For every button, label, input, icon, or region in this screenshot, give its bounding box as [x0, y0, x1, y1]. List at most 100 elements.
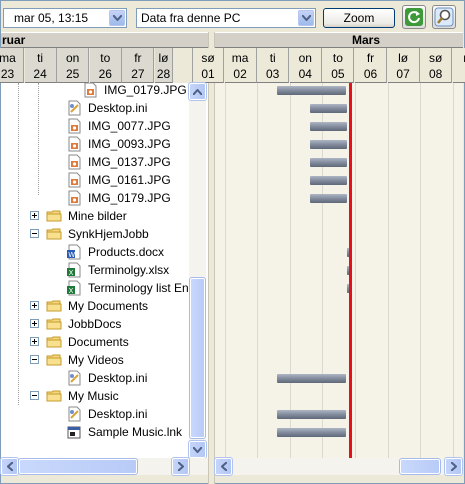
folder-icon	[46, 388, 62, 404]
tree-file-row[interactable]: IMG_0077.JPG	[1, 117, 206, 135]
day-cell: m	[452, 48, 465, 83]
folder-icon	[46, 316, 62, 332]
pane-splitter[interactable]	[208, 32, 215, 484]
image-file-icon	[66, 190, 82, 206]
activity-bar[interactable]	[277, 374, 346, 383]
expand-icon[interactable]	[30, 301, 39, 310]
chevron-down-icon[interactable]	[109, 10, 125, 26]
tree-folder-row[interactable]: Documents	[1, 333, 206, 351]
tree-horizontal-scrollbar[interactable]	[0, 457, 208, 476]
day-cell: ti 03	[257, 48, 290, 83]
tree-file-row[interactable]: Sample Music.lnk	[1, 423, 206, 441]
scroll-up-button[interactable]	[188, 82, 207, 101]
weekday-label: on	[298, 51, 312, 65]
activity-bar[interactable]	[310, 104, 347, 113]
day-number-label: 04	[298, 67, 312, 81]
month-header-left: ruar	[1, 32, 208, 48]
expand-icon[interactable]	[30, 319, 39, 328]
tree-vertical-scrollbar[interactable]	[188, 82, 207, 459]
scroll-left-button[interactable]	[214, 457, 233, 476]
search-icon	[434, 7, 454, 27]
source-value: Data fra denne PC	[141, 11, 241, 25]
zoom-button[interactable]: Zoom	[323, 8, 395, 28]
day-cell: ma 02	[224, 48, 257, 83]
file-tree[interactable]: IMG_0179.JPG Desktop.ini IMG_0077.JPG IMG_0…	[1, 83, 208, 458]
tree-file-row[interactable]: Desktop.ini	[1, 369, 206, 387]
activity-bar[interactable]	[310, 140, 347, 149]
day-cell: on 25	[57, 48, 90, 83]
tree-file-row[interactable]: IMG_0179.JPG	[1, 83, 206, 99]
tree-item-label: IMG_0077.JPG	[88, 119, 171, 133]
tree-folder-row[interactable]: JobbDocs	[1, 315, 206, 333]
source-dropdown[interactable]: Data fra denne PC	[136, 8, 316, 28]
weekday-label: lø	[398, 51, 409, 65]
excel-file-icon: X	[66, 262, 82, 278]
tree-item-label: IMG_0137.JPG	[88, 155, 171, 169]
tree-folder-row[interactable]: Mine bilder	[1, 207, 206, 225]
shortcut-file-icon	[66, 424, 82, 440]
scroll-right-button[interactable]	[444, 457, 463, 476]
tree-file-row[interactable]: IMG_0137.JPG	[1, 153, 206, 171]
chevron-down-icon[interactable]	[298, 10, 314, 26]
weekday-label: m	[453, 50, 465, 66]
scroll-thumb[interactable]	[18, 458, 138, 475]
expand-icon[interactable]	[30, 211, 39, 220]
date-value: mar 05, 13:15	[14, 11, 89, 25]
activity-bar[interactable]	[277, 410, 346, 419]
tree-folder-row[interactable]: My Documents	[1, 297, 206, 315]
tree-item-label: My Videos	[68, 353, 124, 367]
folder-icon	[46, 352, 62, 368]
day-gridline	[453, 83, 454, 458]
tree-folder-row[interactable]: SynkHjemJobb	[1, 225, 206, 243]
refresh-button[interactable]	[402, 5, 426, 29]
date-dropdown[interactable]: mar 05, 13:15	[3, 8, 127, 28]
tree-file-row[interactable]: Desktop.ini	[1, 99, 206, 117]
tree-file-row[interactable]: IMG_0093.JPG	[1, 135, 206, 153]
image-file-icon	[66, 154, 82, 170]
scroll-right-button[interactable]	[171, 457, 190, 476]
tree-item-label: Terminolgy.xlsx	[88, 263, 170, 277]
chart-horizontal-scrollbar[interactable]	[214, 457, 463, 476]
tree-item-label: Sample Music.lnk	[88, 425, 183, 439]
tree-item-label: My Documents	[68, 299, 149, 313]
scroll-down-button[interactable]	[188, 440, 207, 459]
word-file-icon: W	[66, 244, 82, 260]
tree-item-label: My Music	[68, 389, 119, 403]
day-gridline	[420, 83, 421, 458]
tree-file-row[interactable]: X Terminolgy.xlsx	[1, 261, 206, 279]
day-gridline	[225, 83, 226, 458]
activity-bar[interactable]	[277, 428, 346, 437]
activity-bar[interactable]	[310, 122, 347, 131]
timeline-chart[interactable]	[215, 83, 463, 458]
scroll-thumb[interactable]	[189, 277, 206, 439]
weekday-label: fr	[366, 51, 375, 65]
scroll-thumb[interactable]	[399, 458, 441, 475]
tree-connector	[18, 83, 19, 405]
month-label: Mars	[352, 33, 381, 47]
search-button[interactable]	[432, 5, 456, 29]
activity-bar[interactable]	[310, 194, 347, 203]
activity-bar[interactable]	[310, 176, 347, 185]
weekday-label: on	[66, 51, 80, 65]
tree-file-row[interactable]: IMG_0179.JPG	[1, 189, 206, 207]
collapse-icon[interactable]	[30, 229, 39, 238]
tree-folder-row[interactable]: My Videos	[1, 351, 206, 369]
collapse-icon[interactable]	[30, 355, 39, 364]
expand-icon[interactable]	[30, 337, 39, 346]
day-cell: on 04	[289, 48, 322, 83]
tree-folder-row[interactable]: My Music	[1, 387, 206, 405]
collapse-icon[interactable]	[30, 391, 39, 400]
tree-file-row[interactable]: W Products.docx	[1, 243, 206, 261]
tree-item-label: JobbDocs	[68, 317, 122, 331]
activity-bar[interactable]	[277, 86, 346, 95]
tree-item-label: Documents	[68, 335, 129, 349]
tree-item-label: IMG_0179.JPG	[88, 191, 171, 205]
tree-file-row[interactable]: Desktop.ini	[1, 405, 206, 423]
scroll-left-button[interactable]	[0, 457, 19, 476]
day-number-label: 05	[331, 67, 345, 81]
tree-file-row[interactable]: IMG_0161.JPG	[1, 171, 206, 189]
tree-file-row[interactable]: X Terminology list Eng_	[1, 279, 206, 297]
day-number-label: 01	[201, 67, 215, 81]
day-number-label: 07	[396, 67, 410, 81]
activity-bar[interactable]	[310, 158, 347, 167]
